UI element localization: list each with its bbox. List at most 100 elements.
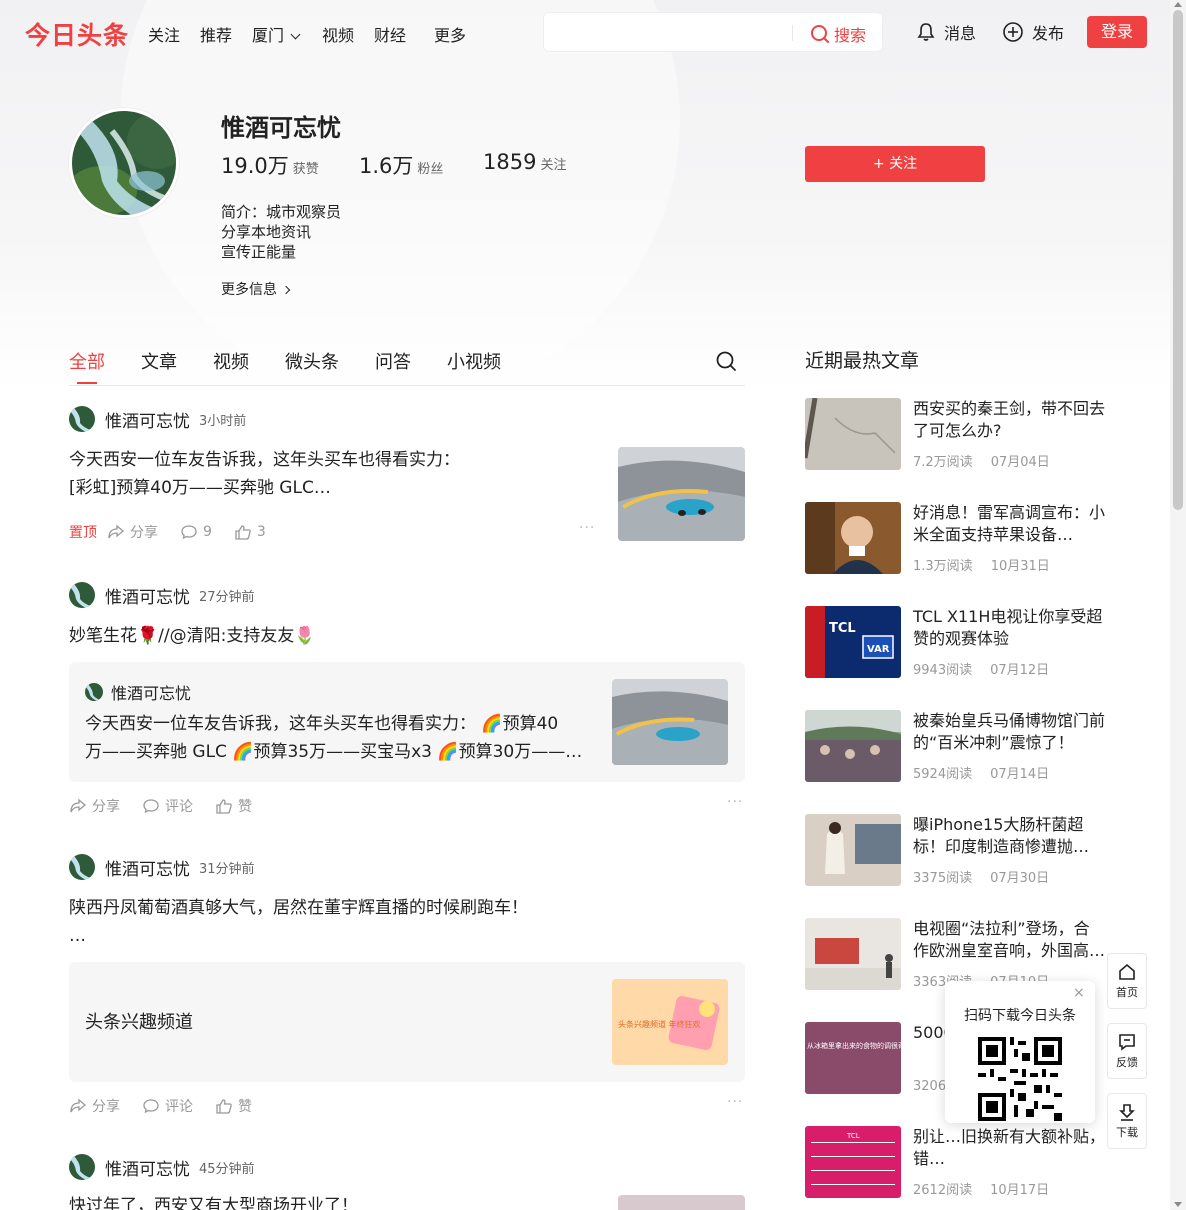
tab-articles[interactable]: 文章 bbox=[141, 348, 177, 374]
nav-item-follow[interactable]: 关注 bbox=[148, 22, 180, 46]
download-float-button[interactable]: 下载 bbox=[1107, 1093, 1147, 1149]
share-label: 分享 bbox=[92, 1099, 120, 1115]
car-photo bbox=[618, 447, 745, 541]
hot-article-title[interactable]: 西安买的秦王剑，带不回去了可怎么办? bbox=[913, 398, 1105, 442]
hot-article-item[interactable]: TCL VAR TCL X11H电视让你享受超赞的观赛体验 9943阅读 07月12… bbox=[805, 606, 1105, 678]
tab-micro-posts[interactable]: 微头条 bbox=[285, 348, 339, 374]
like-button[interactable]: 赞 bbox=[215, 1096, 252, 1116]
search-icon[interactable] bbox=[715, 350, 737, 372]
like-button[interactable]: 赞 bbox=[215, 796, 252, 816]
more-info-label: 更多信息 bbox=[221, 282, 277, 298]
read-count: 7.2万阅读 bbox=[913, 455, 973, 470]
hot-article-item[interactable]: 好消息！雷军高调宣布：小米全面支持苹果设备… 1.3万阅读 10月31日 bbox=[805, 502, 1105, 574]
publish-button[interactable]: 发布 bbox=[1002, 20, 1064, 44]
nav-item-video[interactable]: 视频 bbox=[322, 22, 354, 46]
author-avatar[interactable] bbox=[69, 582, 95, 608]
feed-item[interactable]: 惟酒可忘忧 31分钟前 陕西丹凤葡萄酒真够大气，居然在董宇辉直播的时候刷跑车！ … bbox=[69, 854, 745, 1124]
quoted-text-line: 今天西安一位车友告诉我，这年头买车也得看实力： 🌈预算40 bbox=[85, 714, 559, 734]
like-label: 赞 bbox=[238, 1099, 252, 1115]
top-navigation: 今日头条 关注 推荐 厦门 视频 财经 更多 搜索 消息 发布 登录 bbox=[0, 0, 1170, 64]
author-name[interactable]: 惟酒可忘忧 bbox=[105, 583, 190, 608]
more-options-icon[interactable]: ··· bbox=[727, 794, 743, 810]
scroll-up-arrow-icon[interactable] bbox=[1174, 2, 1182, 7]
hot-article-item[interactable]: TCL 别让…旧换新有大额补贴，错… 2612阅读 10月17日 bbox=[805, 1126, 1105, 1198]
scrollbar-thumb[interactable] bbox=[1173, 10, 1183, 510]
toutiao-logo[interactable]: 今日头条 bbox=[25, 16, 129, 52]
share-button[interactable]: 分享 bbox=[107, 522, 158, 542]
post-thumbnail[interactable] bbox=[618, 447, 745, 541]
publish-date: 07月30日 bbox=[990, 871, 1050, 886]
qr-title: 扫码下载今日头条 bbox=[964, 1008, 1076, 1024]
post-text[interactable]: 快过年了，西安又有大型商场开业了！ bbox=[69, 1192, 358, 1210]
home-float-button[interactable]: 首页 bbox=[1107, 953, 1147, 1009]
quoted-text-line: 万——买奔驰 GLC 🌈预算35万——买宝马x3 🌈预算30万——… bbox=[85, 742, 583, 762]
follow-button[interactable]: + 关注 bbox=[805, 146, 985, 182]
nav-item-recommend[interactable]: 推荐 bbox=[200, 22, 232, 46]
hot-article-title[interactable]: 曝iPhone15大肠杆菌超标！印度制造商惨遭抛… bbox=[913, 814, 1105, 858]
author-name[interactable]: 惟酒可忘忧 bbox=[105, 407, 190, 432]
fans-stat[interactable]: 1.6万 粉丝 bbox=[359, 150, 443, 180]
author-avatar[interactable] bbox=[69, 854, 95, 880]
hot-article-title[interactable]: 别让…旧换新有大额补贴，错… bbox=[913, 1126, 1105, 1170]
messages-button[interactable]: 消息 bbox=[916, 20, 976, 44]
tab-all[interactable]: 全部 bbox=[69, 348, 105, 374]
video-screenshot: 从冰箱里拿出来的食物的调很奇怪 bbox=[805, 1022, 901, 1094]
author-name[interactable]: 惟酒可忘忧 bbox=[105, 855, 190, 880]
read-count: 2612阅读 bbox=[913, 1183, 973, 1198]
hot-article-title[interactable]: 好消息！雷军高调宣布：小米全面支持苹果设备… bbox=[913, 502, 1105, 546]
hot-article-title[interactable]: TCL X11H电视让你享受超赞的观赛体验 bbox=[913, 606, 1105, 650]
more-info-link[interactable]: 更多信息 bbox=[221, 279, 291, 299]
post-text[interactable]: 今天西安一位车友告诉我，这年头买车也得看实力： [彩虹]预算40万——买奔驰 G… bbox=[69, 446, 589, 502]
close-icon[interactable]: × bbox=[1073, 985, 1085, 1001]
comment-button[interactable]: 9 bbox=[180, 524, 212, 540]
nav-item-finance[interactable]: 财经 bbox=[374, 22, 406, 46]
quoted-post-card[interactable]: 惟酒可忘忧 今天西安一位车友告诉我，这年头买车也得看实力： 🌈预算40 万——买… bbox=[69, 662, 745, 782]
bio-line: 简介：城市观察员 bbox=[221, 203, 342, 221]
feed-item[interactable]: 惟酒可忘忧 3小时前 今天西安一位车友告诉我，这年头买车也得看实力： [彩虹]预… bbox=[69, 406, 745, 546]
author-avatar[interactable] bbox=[69, 406, 95, 432]
scroll-down-arrow-icon[interactable] bbox=[1174, 1202, 1182, 1207]
hot-article-title[interactable]: 被秦始皇兵马俑博物馆门前的“百米冲刺”震惊了！ bbox=[913, 710, 1105, 754]
nav-item-more[interactable]: 更多 bbox=[434, 22, 466, 46]
tab-videos[interactable]: 视频 bbox=[213, 348, 249, 374]
waterfall-avatar-image bbox=[85, 683, 103, 701]
share-button[interactable]: 分享 bbox=[69, 796, 120, 816]
post-time: 45分钟前 bbox=[199, 1161, 255, 1177]
post-text[interactable]: 陕西丹凤葡萄酒真够大气，居然在董宇辉直播的时候刷跑车！ … bbox=[69, 894, 528, 950]
feedback-float-button[interactable]: 反馈 bbox=[1107, 1023, 1147, 1079]
tab-qa[interactable]: 问答 bbox=[375, 348, 411, 374]
read-count: 3375阅读 bbox=[913, 871, 973, 886]
interest-channel-card[interactable]: 头条兴趣频道 头条兴趣频道 年终狂欢 bbox=[69, 962, 745, 1082]
following-stat[interactable]: 1859 关注 bbox=[483, 150, 566, 174]
hot-article-item[interactable]: 被秦始皇兵马俑博物馆门前的“百米冲刺”震惊了！ 5924阅读 07月14日 bbox=[805, 710, 1105, 782]
more-options-icon[interactable]: ··· bbox=[727, 1094, 743, 1110]
hot-article-thumbnail bbox=[805, 502, 901, 574]
comment-button[interactable]: 评论 bbox=[142, 796, 193, 816]
search-button[interactable]: 搜索 bbox=[810, 22, 866, 46]
share-button[interactable]: 分享 bbox=[69, 1096, 120, 1116]
author-name[interactable]: 惟酒可忘忧 bbox=[105, 1155, 190, 1180]
hot-article-item[interactable]: 西安买的秦王剑，带不回去了可怎么办? 7.2万阅读 07月04日 bbox=[805, 398, 1105, 470]
publish-date: 07月12日 bbox=[990, 663, 1050, 678]
post-thumbnail[interactable] bbox=[618, 1195, 745, 1210]
post-text[interactable]: 妙笔生花🌹//@清阳:支持友友🌷 bbox=[69, 622, 316, 650]
search-input[interactable] bbox=[554, 21, 784, 45]
login-button[interactable]: 登录 bbox=[1087, 16, 1147, 48]
feed-item[interactable]: 惟酒可忘忧 45分钟前 快过年了，西安又有大型商场开业了！ bbox=[69, 1154, 745, 1210]
nav-item-city[interactable]: 厦门 bbox=[252, 22, 301, 46]
more-options-icon[interactable]: ··· bbox=[579, 520, 595, 536]
page-scrollbar[interactable] bbox=[1170, 0, 1186, 1210]
feed-item[interactable]: 惟酒可忘忧 27分钟前 妙笔生花🌹//@清阳:支持友友🌷 惟酒可忘忧 今天西安一… bbox=[69, 582, 745, 822]
quoted-author-avatar bbox=[85, 683, 103, 701]
hot-article-title[interactable]: 电视圈“法拉利”登场，合作欧洲皇室音响，外国高… bbox=[913, 918, 1105, 962]
search-divider bbox=[792, 25, 793, 41]
hot-article-item[interactable]: 曝iPhone15大肠杆菌超标！印度制造商惨遭抛… 3375阅读 07月30日 bbox=[805, 814, 1105, 886]
publish-date: 10月31日 bbox=[990, 559, 1050, 574]
hot-article-item[interactable]: 电视圈“法拉利”登场，合作欧洲皇室音响，外国高… 3363阅读07月10日 bbox=[805, 918, 1105, 990]
author-avatar[interactable] bbox=[69, 1154, 95, 1180]
comment-button[interactable]: 评论 bbox=[142, 1096, 193, 1116]
profile-avatar[interactable] bbox=[69, 108, 179, 218]
comment-icon bbox=[181, 525, 197, 540]
like-button[interactable]: 3 bbox=[234, 524, 266, 540]
tab-short-videos[interactable]: 小视频 bbox=[447, 348, 501, 374]
